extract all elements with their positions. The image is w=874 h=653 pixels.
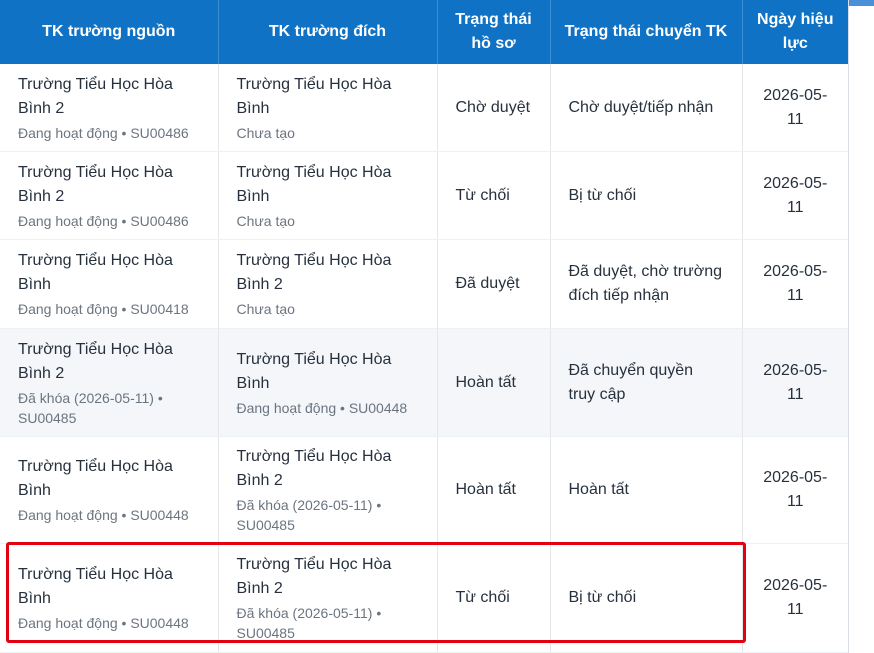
- source-account-status: Đang hoạt động • SU00448: [18, 615, 189, 631]
- transfer-status-cell: Đã duyệt, chờ trường đích tiếp nhận: [550, 239, 743, 329]
- record-status-cell: Hoàn tất: [437, 436, 551, 544]
- header-effective-date[interactable]: Ngày hiệu lực: [742, 0, 848, 64]
- record-status-cell: Từ chối: [437, 543, 551, 653]
- effective-date-cell: 2026-05-11: [742, 328, 848, 437]
- account-transfer-table: TK trường nguồn TK trường đích Trạng thá…: [0, 0, 848, 653]
- destination-account-cell: Trường Tiểu Học Hòa Bình 2 Đã khóa (2026…: [218, 543, 438, 653]
- header-record-status[interactable]: Trạng thái hồ sơ: [437, 0, 551, 64]
- transfer-status-cell: Bị từ chối: [550, 151, 743, 240]
- source-account-status: Đang hoạt động • SU00418: [18, 301, 189, 317]
- effective-date-cell: 2026-05-11: [742, 543, 848, 653]
- effective-date-cell: 2026-05-11: [742, 64, 848, 152]
- source-account-cell: Trường Tiểu Học Hòa Bình Đang hoạt động …: [0, 239, 219, 329]
- destination-school-name: Trường Tiểu Học Hòa Bình: [236, 350, 392, 392]
- table-row[interactable]: Trường Tiểu Học Hòa Bình 2 Đã khóa (2026…: [0, 328, 848, 437]
- source-account-cell: Trường Tiểu Học Hòa Bình 2 Đã khóa (2026…: [0, 328, 219, 437]
- transfer-status-cell: Bị từ chối: [550, 543, 743, 653]
- destination-account-status: Chưa tạo: [236, 124, 295, 141]
- effective-date-cell: 2026-05-11: [742, 239, 848, 329]
- destination-school-name: Trường Tiểu Học Hòa Bình: [236, 75, 392, 117]
- source-school-name: Trường Tiểu Học Hòa Bình: [18, 458, 173, 499]
- source-account-status: Đang hoạt động • SU00486: [18, 124, 189, 141]
- table-header: TK trường nguồn TK trường đích Trạng thá…: [0, 0, 848, 64]
- destination-school-name: Trường Tiểu Học Hòa Bình 2: [236, 556, 392, 597]
- transfer-status-cell: Hoàn tất: [550, 436, 743, 544]
- table-row[interactable]: Trường Tiểu Học Hòa Bình 2 Đang hoạt độn…: [0, 64, 848, 152]
- transfer-status-cell: Chờ duyệt/tiếp nhận: [550, 64, 743, 152]
- destination-school-name: Trường Tiểu Học Hòa Bình 2: [236, 448, 392, 489]
- source-school-name: Trường Tiểu Học Hòa Bình 2: [18, 163, 173, 205]
- destination-account-status: Đang hoạt động • SU00448: [236, 399, 408, 416]
- destination-account-status: Đã khóa (2026-05-11) • SU00485: [236, 497, 382, 533]
- source-account-status: Đang hoạt động • SU00486: [18, 212, 189, 229]
- account-transfer-table-container: TK trường nguồn TK trường đích Trạng thá…: [0, 0, 849, 653]
- source-account-cell: Trường Tiểu Học Hòa Bình 2 Đang hoạt độn…: [0, 64, 219, 152]
- source-school-name: Trường Tiểu Học Hòa Bình: [18, 566, 173, 607]
- record-status-cell: Chờ duyệt: [437, 64, 551, 152]
- source-account-status: Đã khóa (2026-05-11) • SU00485: [18, 389, 163, 426]
- destination-account-cell: Trường Tiểu Học Hòa Bình Đang hoạt động …: [218, 328, 438, 437]
- destination-account-status: Chưa tạo: [236, 301, 295, 317]
- table-row[interactable]: Trường Tiểu Học Hòa Bình Đang hoạt động …: [0, 436, 848, 544]
- table-row[interactable]: Trường Tiểu Học Hòa Bình 2 Đang hoạt độn…: [0, 151, 848, 240]
- source-school-name: Trường Tiểu Học Hòa Bình 2: [18, 75, 173, 117]
- effective-date-cell: 2026-05-11: [742, 436, 848, 544]
- destination-school-name: Trường Tiểu Học Hòa Bình 2: [236, 252, 392, 293]
- header-row: TK trường nguồn TK trường đích Trạng thá…: [0, 0, 848, 64]
- record-status-cell: Đã duyệt: [437, 239, 551, 329]
- source-school-name: Trường Tiểu Học Hòa Bình 2: [18, 340, 173, 382]
- source-account-cell: Trường Tiểu Học Hòa Bình 2 Đang hoạt độn…: [0, 151, 219, 240]
- record-status-cell: Từ chối: [437, 151, 551, 240]
- source-school-name: Trường Tiểu Học Hòa Bình: [18, 252, 173, 293]
- record-status-cell: Hoàn tất: [437, 328, 551, 437]
- destination-account-cell: Trường Tiểu Học Hòa Bình 2 Đã khóa (2026…: [218, 436, 438, 544]
- destination-account-cell: Trường Tiểu Học Hòa Bình Chưa tạo: [218, 151, 438, 240]
- source-account-cell: Trường Tiểu Học Hòa Bình Đang hoạt động …: [0, 543, 219, 653]
- transfer-status-cell: Đã chuyển quyền truy cập: [550, 328, 743, 437]
- header-source-account[interactable]: TK trường nguồn: [0, 0, 219, 64]
- destination-account-cell: Trường Tiểu Học Hòa Bình 2 Chưa tạo: [218, 239, 438, 329]
- page-edge-strip: [849, 0, 874, 6]
- table-row[interactable]: Trường Tiểu Học Hòa Bình Đang hoạt động …: [0, 239, 848, 329]
- destination-account-cell: Trường Tiểu Học Hòa Bình Chưa tạo: [218, 64, 438, 152]
- destination-account-status: Chưa tạo: [236, 212, 295, 229]
- effective-date-cell: 2026-05-11: [742, 151, 848, 240]
- header-transfer-status[interactable]: Trạng thái chuyển TK: [550, 0, 743, 64]
- table-body: Trường Tiểu Học Hòa Bình 2 Đang hoạt độn…: [0, 64, 848, 653]
- destination-account-status: Đã khóa (2026-05-11) • SU00485: [236, 605, 382, 641]
- table-row-highlighted[interactable]: Trường Tiểu Học Hòa Bình Đang hoạt động …: [0, 543, 848, 653]
- source-account-cell: Trường Tiểu Học Hòa Bình Đang hoạt động …: [0, 436, 219, 544]
- destination-school-name: Trường Tiểu Học Hòa Bình: [236, 163, 392, 205]
- transfer-table-viewport: TK trường nguồn TK trường đích Trạng thá…: [0, 0, 874, 653]
- header-destination-account[interactable]: TK trường đích: [218, 0, 438, 64]
- source-account-status: Đang hoạt động • SU00448: [18, 507, 189, 523]
